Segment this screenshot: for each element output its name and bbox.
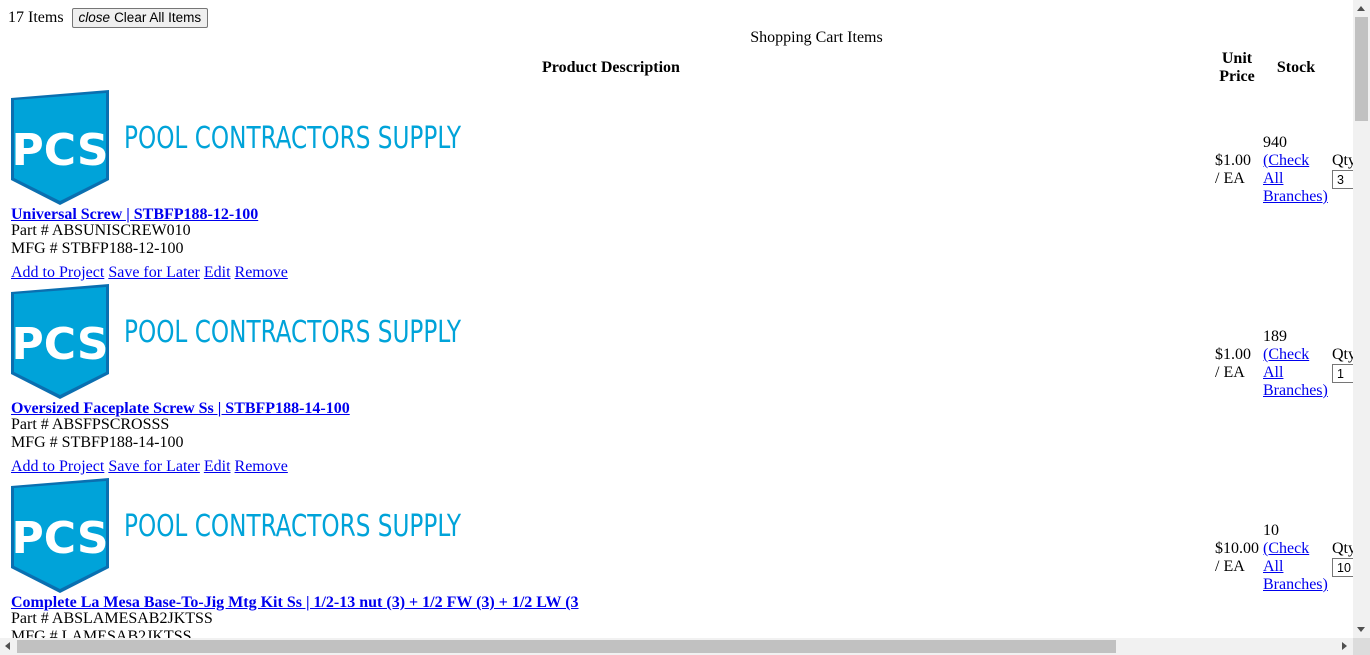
vertical-scroll-thumb[interactable]: [1355, 17, 1368, 121]
qty-label: Qty: [1332, 152, 1353, 169]
items-count: 17 Items: [8, 9, 64, 26]
cart-toolbar: 17 Items close Clear All Items: [8, 8, 209, 28]
remove-link[interactable]: Remove: [235, 264, 288, 281]
scroll-up-arrow-icon[interactable]: [1357, 6, 1365, 11]
pcs-logo-name: POOL CONTRACTORS SUPPLY: [124, 121, 461, 156]
price-value: $1.00: [1215, 152, 1251, 169]
clear-all-button[interactable]: close Clear All Items: [71, 8, 209, 28]
pcs-logo-mark: PCS: [11, 319, 108, 370]
pcs-logo-name: POOL CONTRACTORS SUPPLY: [124, 509, 461, 544]
cart-row: PCS POOL CONTRACTORS SUPPLY Universal Sc…: [0, 90, 1353, 284]
pcs-logo: PCS POOL CONTRACTORS SUPPLY: [11, 90, 461, 205]
header-unit-price: Unit Price: [1210, 50, 1264, 86]
row-actions: Add to Project Save for Later Edit Remov…: [11, 458, 288, 476]
check-all-branches-link[interactable]: (Check All Branches): [1263, 346, 1328, 399]
qty-label: Qty: [1332, 346, 1353, 363]
mfg-number: MFG # LAMESAB2JKTSS: [11, 628, 192, 638]
qty-input[interactable]: [1332, 558, 1353, 577]
part-number: Part # ABSLAMESAB2JKTSS: [11, 610, 213, 627]
header-stock: Stock: [1276, 59, 1316, 76]
header-unit-price-line2: Price: [1219, 68, 1255, 85]
edit-link[interactable]: Edit: [204, 264, 231, 281]
header-unit-price-line1: Unit: [1221, 50, 1253, 67]
scroll-left-arrow-icon[interactable]: [5, 642, 10, 650]
pcs-logo-mark: PCS: [11, 513, 108, 564]
save-for-later-link[interactable]: Save for Later: [108, 264, 200, 281]
scroll-down-arrow-icon[interactable]: [1357, 627, 1365, 632]
cart-row: PCS POOL CONTRACTORS SUPPLY Oversized Fa…: [0, 284, 1353, 478]
price-unit: / EA: [1215, 558, 1245, 575]
stock-cell: 940 (Check All Branches): [1263, 134, 1331, 206]
part-number: Part # ABSFPSCROSSS: [11, 416, 170, 433]
remove-link[interactable]: Remove: [235, 458, 288, 475]
header-product-description: Product Description: [542, 59, 680, 76]
clear-all-label: Clear All Items: [114, 10, 202, 25]
pcs-logo: PCS POOL CONTRACTORS SUPPLY: [11, 478, 461, 593]
mfg-number: MFG # STBFP188-14-100: [11, 434, 184, 451]
stock-cell: 189 (Check All Branches): [1263, 328, 1331, 400]
stock-count: 10: [1263, 522, 1279, 539]
edit-link[interactable]: Edit: [204, 458, 231, 475]
table-caption: Shopping Cart Items: [750, 29, 883, 46]
stock-count: 940: [1263, 134, 1287, 151]
close-icon: close: [78, 10, 111, 25]
check-all-branches-link[interactable]: (Check All Branches): [1263, 540, 1328, 593]
stock-cell: 10 (Check All Branches): [1263, 522, 1331, 594]
add-to-project-link[interactable]: Add to Project: [11, 458, 104, 475]
unit-price: $1.00/ EA: [1215, 152, 1263, 188]
page-viewport: 17 Items close Clear All Items Shopping C…: [0, 0, 1353, 638]
mfg-number: MFG # STBFP188-12-100: [11, 240, 184, 257]
qty-input[interactable]: [1332, 170, 1353, 189]
price-unit: / EA: [1215, 364, 1245, 381]
horizontal-scroll-thumb[interactable]: [17, 640, 1116, 653]
pcs-logo: PCS POOL CONTRACTORS SUPPLY: [11, 284, 461, 399]
unit-price: $1.00/ EA: [1215, 346, 1263, 382]
qty-label: Qty: [1332, 540, 1353, 557]
horizontal-scrollbar[interactable]: [0, 638, 1353, 655]
price-value: $10.00: [1215, 540, 1259, 557]
pcs-logo-name: POOL CONTRACTORS SUPPLY: [124, 315, 461, 350]
pcs-logo-mark: PCS: [11, 125, 108, 176]
save-for-later-link[interactable]: Save for Later: [108, 458, 200, 475]
part-number: Part # ABSUNISCREW010: [11, 222, 191, 239]
price-value: $1.00: [1215, 346, 1251, 363]
cart-row: PCS POOL CONTRACTORS SUPPLY Complete La …: [0, 478, 1353, 638]
price-unit: / EA: [1215, 170, 1245, 187]
row-actions: Add to Project Save for Later Edit Remov…: [11, 264, 288, 282]
add-to-project-link[interactable]: Add to Project: [11, 264, 104, 281]
unit-price: $10.00/ EA: [1215, 540, 1263, 576]
qty-input[interactable]: [1332, 364, 1353, 383]
check-all-branches-link[interactable]: (Check All Branches): [1263, 152, 1328, 205]
stock-count: 189: [1263, 328, 1287, 345]
scrollbar-corner: [1353, 638, 1370, 655]
vertical-scrollbar[interactable]: [1353, 0, 1370, 638]
scroll-right-arrow-icon[interactable]: [1342, 642, 1347, 650]
